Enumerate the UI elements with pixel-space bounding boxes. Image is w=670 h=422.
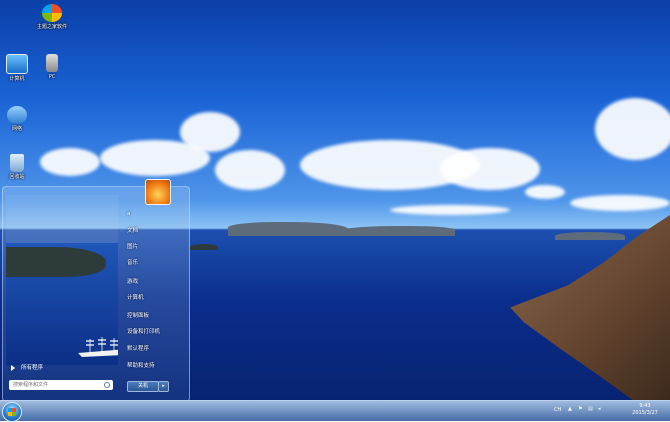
clock-time: 9:43 — [639, 403, 651, 409]
all-programs-button[interactable]: 所有程序 — [11, 363, 43, 371]
shutdown-button[interactable]: 关机 — [127, 381, 159, 392]
cloud — [390, 205, 510, 215]
computer-icon — [6, 54, 28, 74]
desktop-icon-label: 主题之家软件 — [36, 24, 67, 30]
cloud — [100, 140, 210, 176]
action-center-flag-icon[interactable]: ⚑ — [578, 406, 582, 412]
island — [555, 232, 625, 240]
chevron-right-icon — [11, 364, 15, 371]
start-menu: a 文档 图片 音乐 游戏 计算机 控制面板 设备和打印机 默认程序 帮助和支持… — [2, 179, 190, 400]
desktop-icon-label: 计算机 — [9, 76, 25, 82]
desktop-icon-label: 回收站 — [9, 174, 25, 180]
sailing-ship-icon — [78, 337, 118, 357]
start-item-music[interactable]: 音乐 — [127, 260, 138, 267]
start-item-user[interactable]: a — [127, 211, 130, 218]
pc-icon — [46, 54, 58, 72]
all-programs-label: 所有程序 — [21, 365, 44, 371]
start-item-control-panel[interactable]: 控制面板 — [127, 313, 149, 320]
tray-expand-icon[interactable]: ▲ — [568, 406, 572, 412]
recycle-bin-icon — [10, 154, 24, 172]
start-menu-coast-image — [6, 247, 106, 277]
taskbar: CH ▲ ⚑ ▤ ◂ 9:43 2015/3/27 — [0, 400, 670, 422]
search-icon — [104, 382, 110, 388]
desktop-icon-recycle-bin[interactable]: 回收站 — [0, 154, 34, 180]
search-placeholder: 搜索程序和文件 — [13, 382, 49, 388]
start-search-input[interactable]: 搜索程序和文件 — [9, 380, 113, 390]
desktop-icon-network[interactable]: 网络 — [0, 106, 34, 132]
start-item-documents[interactable]: 文档 — [127, 228, 138, 235]
desktop-wallpaper: 主题之家软件 计算机 PC 网络 回收站 a 文档 图片 音乐 游戏 计算机 控… — [0, 0, 670, 400]
desktop-icon-label: 网络 — [11, 126, 22, 132]
start-item-devices-printers[interactable]: 设备和打印机 — [127, 329, 160, 336]
cloud — [40, 148, 100, 176]
cloud — [215, 150, 285, 190]
theme-home-software-icon — [42, 4, 62, 22]
user-picture-tile[interactable] — [145, 179, 171, 205]
desktop-icon-theme-software[interactable]: 主题之家软件 — [35, 4, 69, 30]
start-item-default-programs[interactable]: 默认程序 — [127, 346, 149, 353]
clock-date: 2015/3/27 — [632, 410, 658, 416]
windows-logo-icon — [8, 408, 16, 416]
desktop-icon-label: PC — [48, 74, 56, 80]
cloud — [595, 98, 670, 160]
start-menu-program-list[interactable] — [6, 195, 118, 365]
start-item-games[interactable]: 游戏 — [127, 279, 138, 286]
start-button[interactable] — [2, 402, 22, 422]
taskbar-clock[interactable]: 9:43 2015/3/27 — [628, 403, 662, 417]
cloud — [440, 148, 540, 190]
start-item-pictures[interactable]: 图片 — [127, 244, 138, 251]
island — [190, 244, 218, 250]
island — [340, 226, 455, 236]
cloud — [570, 195, 670, 211]
cliff — [510, 215, 670, 400]
start-item-help-support[interactable]: 帮助和支持 — [127, 363, 155, 370]
island — [228, 222, 348, 236]
language-indicator[interactable]: CH — [554, 407, 561, 413]
network-tray-icon[interactable]: ▤ — [588, 406, 593, 412]
shutdown-options-button[interactable]: ▸ — [158, 381, 169, 392]
desktop-icon-pc[interactable]: PC — [35, 54, 69, 80]
start-item-computer[interactable]: 计算机 — [127, 295, 144, 302]
desktop-icon-computer[interactable]: 计算机 — [0, 54, 34, 82]
network-icon — [7, 106, 27, 124]
cloud — [525, 185, 565, 199]
volume-icon[interactable]: ◂ — [598, 406, 601, 412]
